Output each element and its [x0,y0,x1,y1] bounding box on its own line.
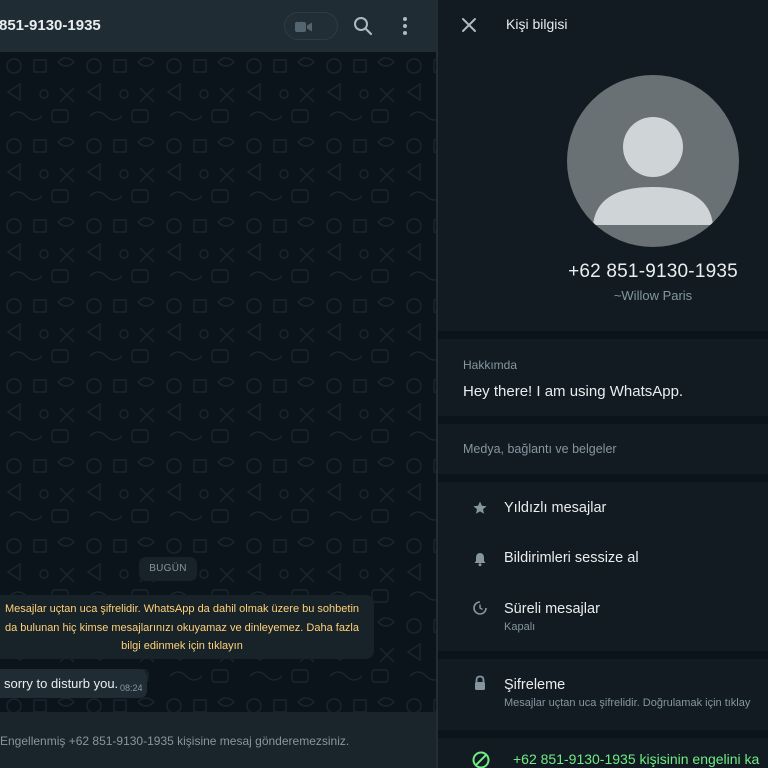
chat-messages-area[interactable]: BUGÜN Mesajlar uçtan uca şifrelidir. Wha… [0,52,436,712]
about-label: Hakkımda [463,358,518,372]
about-card: Hakkımda Hey there! I am using WhatsApp. [438,339,768,416]
unblock-icon [472,751,490,768]
blocked-notice: Engellenmiş +62 851-9130-1935 kişisine m… [0,734,350,748]
chat-footer: Engellenmiş +62 851-9130-1935 kişisine m… [0,712,436,768]
starred-messages-label: Yıldızlı mesajlar [504,500,607,516]
message-bubble[interactable]: sorry to disturb you. 08:24 [0,669,147,698]
avatar[interactable] [567,75,739,247]
message-text: sorry to disturb you. [4,676,119,691]
encryption-description: Mesajlar uçtan uca şifrelidir. Doğrulama… [504,697,751,709]
encryption-card[interactable]: Şifreleme Mesajlar uçtan uca şifrelidir.… [438,659,768,730]
contact-info-pane: Kişi bilgisi +62 851-9130-1935 ~Willow P… [438,0,768,768]
chat-title[interactable]: 851-9130-1935 [0,17,101,34]
star-icon [473,501,487,514]
disappearing-messages-label: Süreli mesajlar [504,601,600,617]
search-icon[interactable] [352,15,374,37]
media-card[interactable]: Medya, bağlantı ve belgeler [438,424,768,474]
contact-phone: +62 851-9130-1935 [568,261,738,282]
more-vertical-icon[interactable] [396,15,414,37]
encryption-notice[interactable]: Mesajlar uçtan uca şifrelidir. WhatsApp … [0,595,374,659]
disappearing-messages-status: Kapalı [504,621,536,633]
default-avatar-icon [593,117,713,225]
message-time: 08:24 [120,683,143,693]
date-chip: BUGÜN [139,557,197,581]
video-call-button[interactable] [284,12,338,40]
unblock-contact-button[interactable]: +62 851-9130-1935 kişisinin engelini ka [513,751,759,767]
unblock-card[interactable]: +62 851-9130-1935 kişisinin engelini ka [438,738,768,768]
chat-header[interactable]: 851-9130-1935 [0,0,436,52]
mute-notifications-label: Bildirimleri sessize al [504,550,639,566]
contact-name: ~Willow Paris [613,288,693,303]
about-text: Hey there! I am using WhatsApp. [463,383,684,400]
bell-icon [474,553,486,567]
options-card: Yıldızlı mesajlar Bildirimleri sessize a… [438,482,768,651]
media-links-docs-label[interactable]: Medya, bağlantı ve belgeler [463,442,617,456]
close-icon[interactable] [460,16,478,34]
chevron-down-icon [295,21,303,27]
chat-pane: 851-9130-1935 BUGÜN Mesajlar uçtan uca ş… [0,0,436,768]
contact-info-title: Kişi bilgisi [506,16,568,32]
lock-icon [475,675,485,690]
timer-icon [473,601,487,615]
encryption-label: Şifreleme [504,677,566,693]
contact-header-card: Kişi bilgisi +62 851-9130-1935 ~Willow P… [438,0,768,331]
